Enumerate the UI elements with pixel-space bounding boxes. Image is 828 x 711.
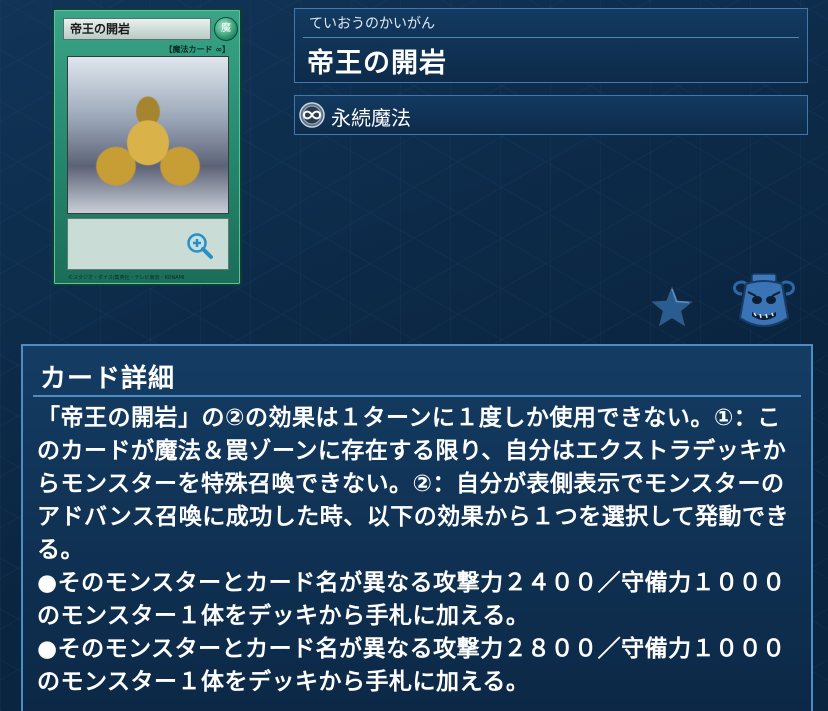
divider bbox=[33, 395, 801, 397]
card-artwork bbox=[67, 56, 229, 214]
zoom-in-icon[interactable] bbox=[186, 232, 214, 260]
infinity-continuous-icon bbox=[299, 102, 325, 128]
card-type-text: 【魔法カード bbox=[164, 45, 213, 54]
spell-attribute-icon: 魔 bbox=[214, 17, 238, 41]
continuous-icon: ∞ bbox=[215, 45, 222, 54]
card-effect-text: 「帝王の開岩」の②の効果は１ターンに１度しか使用できない。①：このカードが魔法＆… bbox=[37, 405, 789, 695]
card-type-line: 【魔法カード ∞】 bbox=[164, 45, 230, 54]
card-name-bar: 帝王の開岩 bbox=[63, 18, 211, 40]
card-image[interactable]: 帝王の開岩 魔 【魔法カード ∞】 ©スタジオ・ダイス/集英社・テレビ東京・KO… bbox=[52, 8, 242, 286]
card-detail-panel: カード詳細 「帝王の開岩」の②の効果は１ターンに１度しか使用できない。①：このカ… bbox=[21, 344, 813, 711]
card-type-label: 永続魔法 bbox=[331, 106, 411, 130]
card-type-panel: 永続魔法 bbox=[294, 95, 808, 135]
card-name-panel: ていおうのかいがん 帝王の開岩 bbox=[294, 8, 808, 83]
pot-icon[interactable] bbox=[730, 272, 798, 334]
detail-heading: カード詳細 bbox=[40, 364, 176, 394]
card-title: 帝王の開岩 bbox=[307, 48, 447, 79]
star-icon[interactable] bbox=[644, 280, 700, 332]
card-name-ruby: ていおうのかいがん bbox=[309, 16, 435, 32]
card-copyright: ©スタジオ・ダイス/集英社・テレビ東京・KONAMI bbox=[68, 275, 185, 281]
divider bbox=[303, 37, 799, 38]
